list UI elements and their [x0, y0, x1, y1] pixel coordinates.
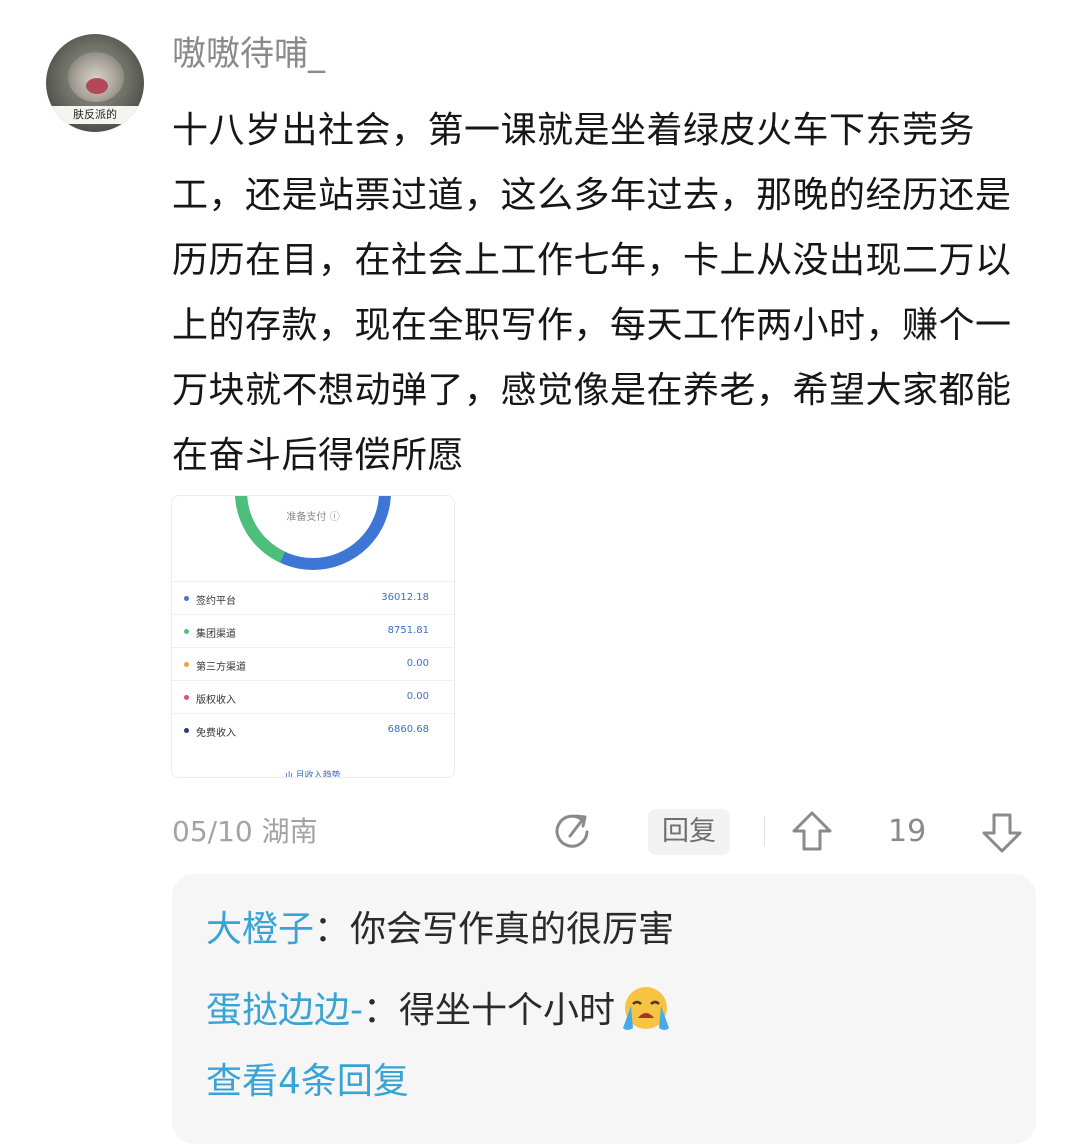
reply-author[interactable]: 蛋挞边边-	[206, 990, 363, 1031]
donut-center-label: 准备支付 ⓘ	[286, 512, 340, 523]
attached-screenshot[interactable]: 准备支付 ⓘ 签约平台 36012.18 集团渠道 8751.81 第三方渠道 …	[171, 495, 455, 778]
reply-button[interactable]: 回复	[648, 809, 730, 855]
reply-separator: ：	[314, 909, 351, 950]
income-value: 8751.81	[387, 625, 429, 636]
view-more-replies-link[interactable]: 查看4条回复	[206, 1058, 409, 1106]
reply-text: 得坐十个小时	[399, 990, 616, 1031]
legend-dot	[184, 695, 189, 700]
income-label: 版权收入	[196, 695, 236, 706]
avatar-tag: 肤反派的	[46, 106, 144, 124]
user-avatar[interactable]: 肤反派的	[46, 34, 144, 132]
downvote-icon[interactable]	[980, 809, 1024, 855]
cat-face	[68, 52, 124, 102]
income-row: 集团渠道 8751.81	[172, 614, 454, 647]
income-row: 免费收入 6860.68	[172, 713, 454, 746]
income-label: 集团渠道	[196, 629, 236, 640]
reply-text: 你会写作真的很厉害	[350, 909, 675, 950]
income-value: 36012.18	[381, 592, 429, 603]
share-icon[interactable]	[552, 808, 592, 852]
income-value: 0.00	[406, 691, 429, 702]
comment-location: 湖南	[261, 815, 318, 848]
trend-link: ılı 月收入趋势	[285, 771, 341, 778]
comment-meta: 05/10 湖南	[172, 812, 318, 852]
username[interactable]: 嗷嗷待哺_	[172, 30, 325, 78]
crying-emoji-icon	[623, 987, 670, 1030]
legend-dot	[184, 662, 189, 667]
income-row: 签约平台 36012.18	[172, 581, 454, 614]
upvote-icon[interactable]	[790, 809, 834, 855]
divider	[764, 816, 765, 846]
income-value: 6860.68	[387, 724, 429, 735]
income-value: 0.00	[406, 658, 429, 669]
legend-dot	[184, 629, 189, 634]
income-label: 签约平台	[196, 596, 236, 607]
vote-count: 19	[888, 814, 927, 849]
cat-mouth	[86, 78, 108, 94]
comment-text: 十八岁出社会，第一课就是坐着绿皮火车下东莞务工，还是站票过道，这么多年过去，那晚…	[172, 110, 1012, 476]
income-row: 版权收入 0.00	[172, 680, 454, 713]
legend-dot	[184, 596, 189, 601]
reply-item[interactable]: 大橙子：你会写作真的很厉害	[206, 906, 674, 954]
legend-dot	[184, 728, 189, 733]
reply-item[interactable]: 蛋挞边边-：得坐十个小时	[206, 986, 675, 1038]
reply-author[interactable]: 大橙子	[206, 909, 314, 950]
income-label: 第三方渠道	[196, 662, 246, 673]
comment-date: 05/10	[172, 815, 253, 848]
income-row: 第三方渠道 0.00	[172, 647, 454, 680]
reply-preview-box[interactable]: 大橙子：你会写作真的很厉害 蛋挞边边-：得坐十个小时 查看4条回复	[172, 874, 1036, 1144]
reply-separator: ：	[363, 990, 400, 1031]
income-label: 免费收入	[196, 728, 236, 739]
